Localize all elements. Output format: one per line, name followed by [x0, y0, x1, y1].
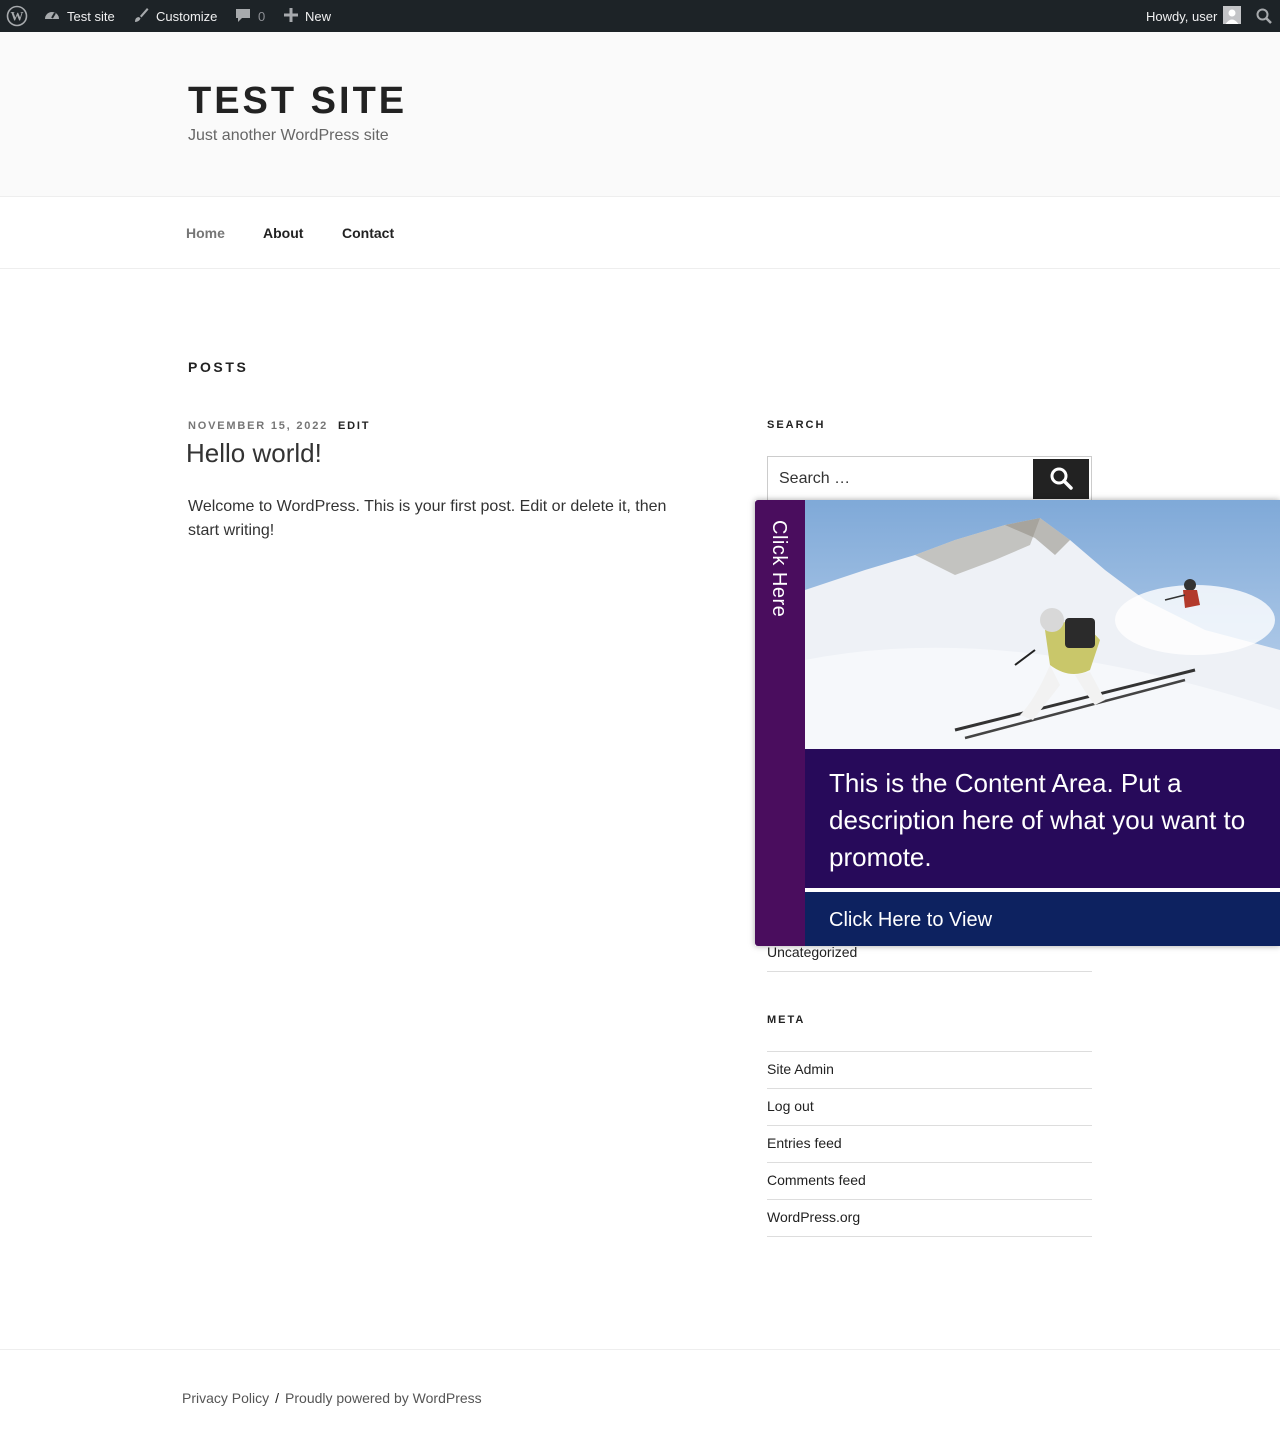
nav-item-about[interactable]: About — [263, 225, 303, 241]
search-input[interactable] — [768, 457, 1033, 501]
site-header: TEST SITE Just another WordPress site — [0, 32, 1280, 197]
admin-new-label: New — [305, 8, 332, 24]
post-excerpt: Welcome to WordPress. This is your first… — [188, 498, 667, 539]
admin-customize-label: Customize — [156, 8, 218, 24]
meta-link-log-out[interactable]: Log out — [767, 1098, 1092, 1114]
divider — [767, 1162, 1092, 1163]
divider — [767, 971, 1092, 972]
admin-customize-link[interactable]: Customize — [132, 0, 217, 32]
admin-search-icon[interactable] — [1255, 0, 1273, 32]
site-footer: Privacy Policy / Proudly powered by WordPr… — [182, 1390, 482, 1406]
category-link[interactable]: Uncategorized — [767, 944, 1092, 960]
search-form — [767, 456, 1092, 502]
divider — [767, 1236, 1092, 1237]
search-widget-title: SEARCH — [767, 419, 826, 431]
privacy-policy-link[interactable]: Privacy Policy — [182, 1390, 269, 1406]
brush-icon — [132, 6, 150, 27]
slide-out-promo-panel: Click Here This is the Content Area. Put… — [755, 500, 1280, 946]
dashboard-icon — [43, 6, 61, 27]
search-icon — [1049, 466, 1073, 493]
meta-link-site-admin[interactable]: Site Admin — [767, 1061, 1092, 1077]
admin-bar: W Test site Customize 0 New Howdy, user — [0, 0, 1280, 32]
admin-comments-count: 0 — [258, 8, 266, 24]
powered-by-link[interactable]: Proudly powered by WordPress — [285, 1390, 482, 1406]
footer-separator: / — [275, 1390, 280, 1406]
promo-content-text: This is the Content Area. Put a descript… — [805, 749, 1280, 888]
promo-image — [805, 500, 1280, 749]
promo-cta-button[interactable]: Click Here to View — [805, 890, 1280, 946]
admin-site-name: Test site — [67, 8, 115, 24]
divider — [767, 1125, 1092, 1126]
nav-item-contact[interactable]: Contact — [342, 225, 394, 241]
svg-text:W: W — [11, 9, 24, 24]
post-edit-link[interactable]: EDIT — [338, 420, 370, 432]
wordpress-logo-icon[interactable]: W — [6, 0, 28, 32]
post-title[interactable]: Hello world! — [186, 438, 322, 469]
plus-icon — [283, 7, 299, 26]
post-meta: NOVEMBER 15, 2022 EDIT — [188, 420, 370, 432]
divider — [767, 1199, 1092, 1200]
post-date[interactable]: NOVEMBER 15, 2022 — [188, 420, 328, 432]
admin-comments-link[interactable]: 0 — [234, 0, 265, 32]
site-title[interactable]: TEST SITE — [188, 80, 407, 123]
avatar — [1223, 5, 1242, 27]
promo-tab-label: Click Here — [768, 520, 790, 618]
promo-toggle-tab[interactable]: Click Here — [755, 500, 805, 946]
meta-link-comments-feed[interactable]: Comments feed — [767, 1172, 1092, 1188]
admin-account-menu[interactable]: Howdy, user — [1146, 0, 1242, 32]
page-title: POSTS — [188, 359, 249, 375]
meta-link-entries-feed[interactable]: Entries feed — [767, 1135, 1092, 1151]
admin-site-link[interactable]: Test site — [43, 0, 115, 32]
admin-howdy: Howdy, user — [1146, 8, 1218, 24]
site-tagline: Just another WordPress site — [188, 127, 389, 144]
search-button[interactable] — [1033, 459, 1089, 499]
admin-new-link[interactable]: New — [283, 0, 331, 32]
divider — [767, 1051, 1092, 1052]
nav-item-home[interactable]: Home — [186, 225, 225, 241]
meta-widget-title: META — [767, 1014, 806, 1026]
footer-divider — [0, 1349, 1280, 1350]
main-navigation: Home About Contact — [0, 198, 1280, 269]
divider — [767, 1088, 1092, 1089]
meta-link-wordpress-org[interactable]: WordPress.org — [767, 1209, 1092, 1225]
comment-bubble-icon — [234, 6, 252, 27]
